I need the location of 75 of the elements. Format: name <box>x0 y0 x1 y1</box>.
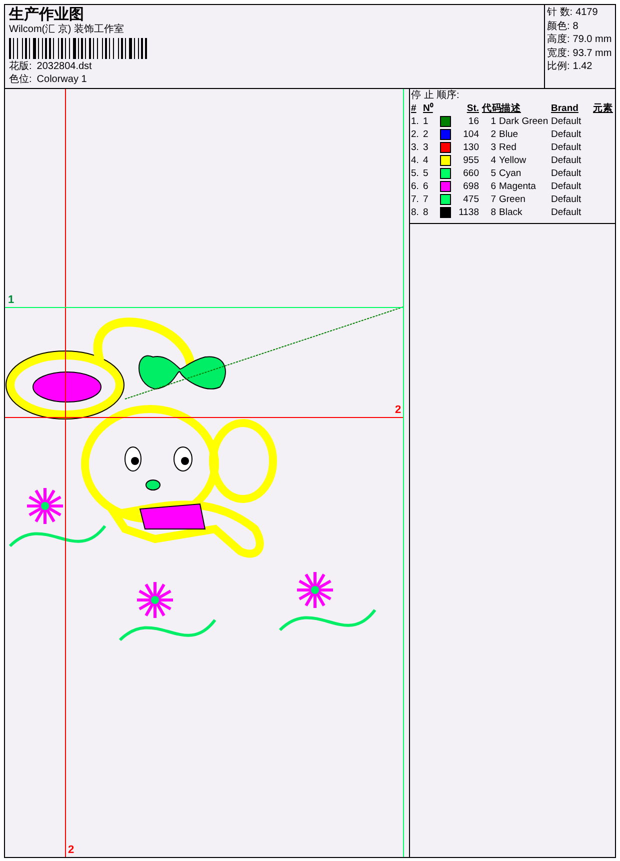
table-cell-text: Blue <box>499 128 520 141</box>
table-cell-text: Red <box>499 141 518 154</box>
column-header: St. <box>466 102 479 115</box>
table-cell-text: 698 <box>462 180 479 193</box>
table-cell-text: 6 <box>490 180 496 193</box>
table-cell-text: 2 <box>423 128 430 141</box>
stat-value: 79.0 mm <box>572 33 612 46</box>
company-name: Wilcom(汇 京) 装饰工作室 <box>9 24 125 36</box>
table-cell-text: 1 <box>423 115 430 128</box>
table-cell-text: 6 <box>423 180 430 193</box>
table-cell-text: 16 <box>467 115 479 128</box>
field-value: Colorway 1 <box>36 74 87 86</box>
table-cell-text: Default <box>551 141 582 154</box>
table-cell-text: Default <box>551 167 582 180</box>
guide-label: 2 <box>395 405 402 416</box>
table-cell-text: Default <box>551 193 582 206</box>
table-cell-text: Yellow <box>499 154 528 167</box>
table-cell-text: Magenta <box>499 180 537 193</box>
column-header: 元素 <box>593 102 614 115</box>
table-cell-text: 4 <box>423 154 430 167</box>
table-cell-text: Default <box>551 128 582 141</box>
table-cell-text: 130 <box>462 141 479 154</box>
table-cell-text: 5 <box>490 167 496 180</box>
stat-label: 颜色: <box>547 20 570 33</box>
table-cell-text: Default <box>551 154 582 167</box>
table-cell-text: Default <box>551 206 582 219</box>
table-cell-text: 3 <box>490 141 496 154</box>
stat-label: 针 数: <box>547 6 573 20</box>
column-header: 代码 <box>480 102 499 115</box>
table-cell-text: Black <box>499 206 524 219</box>
table-cell-text: Default <box>551 180 582 193</box>
table-cell-text: 3 <box>423 141 430 154</box>
table-cell-text: Cyan <box>499 167 522 180</box>
table-cell-text: 3. <box>411 141 420 154</box>
table-cell-text: 955 <box>462 154 479 167</box>
guide-label: 1 <box>8 295 14 306</box>
field-value: 2032804.dst <box>36 61 92 73</box>
section-title: 停 止 顺序: <box>411 89 460 102</box>
stat-value: 8 <box>572 20 578 33</box>
stat-value: 4179 <box>576 6 598 20</box>
stat-label: 宽度: <box>547 46 570 60</box>
table-cell-text: 660 <box>462 167 479 180</box>
stat-value: 93.7 mm <box>572 46 612 60</box>
document-title: 生产作业图 <box>9 7 85 23</box>
table-cell-text: Default <box>551 115 582 128</box>
table-cell-text: 2 <box>490 128 496 141</box>
table-cell-text: 8 <box>423 206 430 219</box>
guide-label: 2 <box>68 845 74 856</box>
table-cell-text: 6. <box>411 180 420 193</box>
stat-label: 比例: <box>547 60 570 74</box>
column-header: # <box>411 102 418 115</box>
table-cell-text: 5. <box>411 167 420 180</box>
table-cell-text: Dark Green <box>499 115 550 128</box>
table-cell-text: Green <box>499 193 526 206</box>
field-label: 花版: <box>9 61 32 73</box>
table-cell-text: 7 <box>423 193 430 206</box>
column-header: Brand <box>551 102 580 115</box>
table-cell-text: 475 <box>462 193 479 206</box>
table-cell-text: 7 <box>490 193 496 206</box>
column-header: 描述 <box>501 102 522 115</box>
table-cell-text: 5 <box>423 167 430 180</box>
table-cell-text: 8. <box>411 206 420 219</box>
table-cell-text: 2. <box>411 128 420 141</box>
table-cell-text: 7. <box>411 193 420 206</box>
table-cell-text: 104 <box>462 128 479 141</box>
stat-label: 高度: <box>547 33 570 46</box>
stat-value: 1.42 <box>572 60 592 74</box>
table-cell-text: 1 <box>490 115 496 128</box>
table-cell-text: 4 <box>490 154 496 167</box>
field-label: 色位: <box>9 74 32 86</box>
table-cell-text: 1. <box>411 115 420 128</box>
table-cell-text: 1138 <box>458 206 479 219</box>
table-cell-text: 8 <box>490 206 496 219</box>
table-cell-text: 4. <box>411 154 420 167</box>
column-header: N⁰ <box>423 102 434 115</box>
